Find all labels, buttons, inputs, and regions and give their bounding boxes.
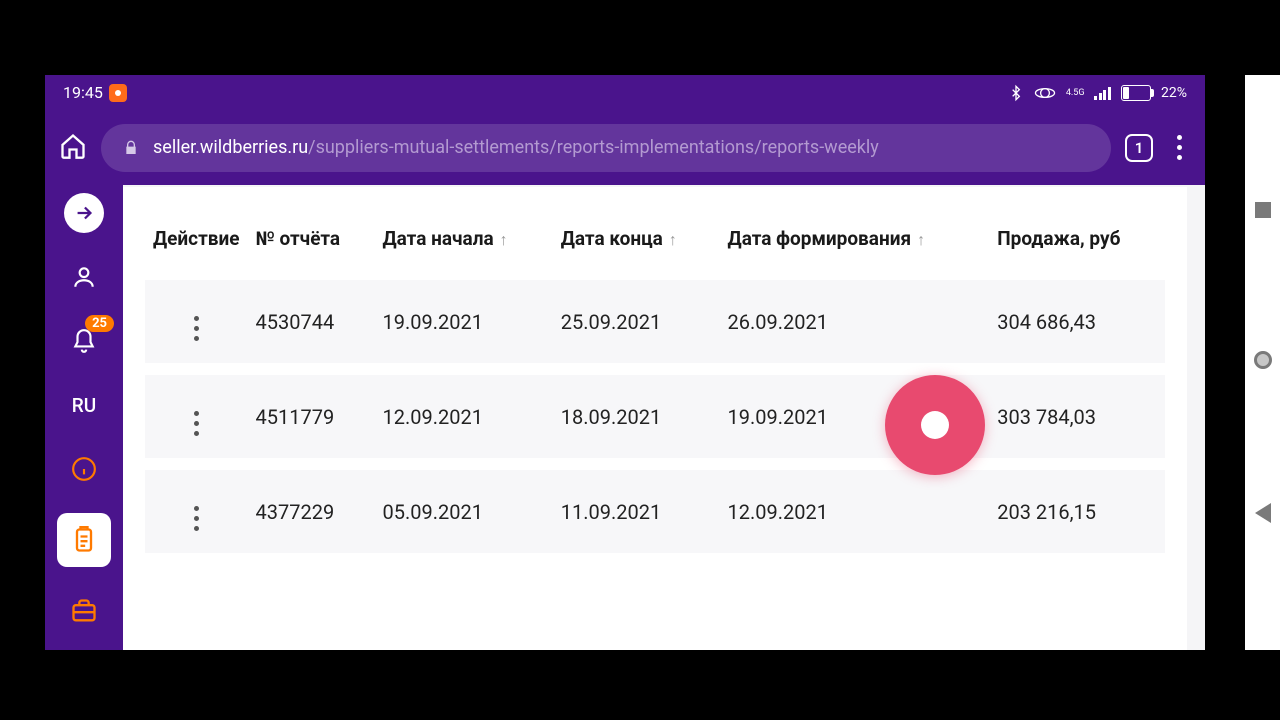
row-actions-icon[interactable]: [194, 316, 199, 341]
table-row: 4530744 19.09.2021 25.09.2021 26.09.2021…: [145, 280, 1165, 363]
signal-icon: [1094, 86, 1111, 100]
url-path: /suppliers-mutual-settlements/reports-im…: [308, 137, 879, 158]
back-button[interactable]: [1255, 503, 1271, 523]
cell-report-no: 4377229: [248, 470, 375, 553]
url-bar[interactable]: seller.wildberries.ru/suppliers-mutual-s…: [101, 124, 1111, 172]
cell-report-no: 4530744: [248, 280, 375, 363]
notifications-icon[interactable]: 25: [64, 321, 104, 361]
col-date-end[interactable]: Дата конца↑: [553, 217, 720, 268]
phone-viewport: 19:45 4.5G 22% seller.wildberries.ru/sup…: [45, 75, 1205, 650]
android-nav-rail: [1245, 75, 1280, 650]
row-actions-icon[interactable]: [194, 506, 199, 531]
status-bar: 19:45 4.5G 22%: [45, 75, 1205, 110]
screen-record-icon: [109, 84, 127, 102]
overview-button[interactable]: [1255, 202, 1271, 218]
clock: 19:45: [63, 83, 103, 102]
info-icon[interactable]: [64, 449, 104, 489]
cell-report-no: 4511779: [248, 375, 375, 458]
battery-percent: 22%: [1161, 85, 1187, 101]
language-toggle[interactable]: RU: [64, 385, 104, 425]
browser-menu-icon[interactable]: [1167, 135, 1191, 160]
home-button[interactable]: [1254, 351, 1272, 369]
lock-icon: [123, 139, 139, 157]
cell-date-start: 19.09.2021: [374, 280, 552, 363]
cell-date-end: 25.09.2021: [553, 280, 720, 363]
battery-icon: [1121, 85, 1151, 101]
home-icon[interactable]: [59, 132, 87, 164]
notif-badge: 25: [85, 315, 114, 332]
table-row: 4377229 05.09.2021 11.09.2021 12.09.2021…: [145, 470, 1165, 553]
cell-date-end: 18.09.2021: [553, 375, 720, 458]
col-date-formed[interactable]: Дата формирования↑: [720, 217, 990, 268]
profile-icon[interactable]: [64, 257, 104, 297]
network-type: 4.5G: [1066, 89, 1085, 97]
data-icon: [1034, 86, 1056, 100]
col-action[interactable]: Действие: [145, 217, 248, 268]
col-date-start[interactable]: Дата начала↑: [374, 217, 552, 268]
sort-arrow-icon: ↑: [917, 230, 925, 250]
table-row: 4511779 12.09.2021 18.09.2021 19.09.2021…: [145, 375, 1165, 458]
forward-button[interactable]: [64, 193, 104, 233]
reports-icon[interactable]: [57, 513, 111, 567]
url-host: seller.wildberries.ru: [153, 137, 308, 158]
col-sale-rub[interactable]: Продажа, руб: [989, 217, 1165, 268]
briefcase-icon[interactable]: [64, 591, 104, 631]
cell-sale-rub: 304 686,43: [989, 280, 1165, 363]
row-actions-icon[interactable]: [194, 411, 199, 436]
cell-sale-rub: 203 216,15: [989, 470, 1165, 553]
bluetooth-icon: [1008, 84, 1024, 102]
content-area: Действие № отчёта Дата начала↑ Дата конц…: [123, 185, 1205, 650]
sort-arrow-icon: ↑: [669, 230, 677, 250]
cell-sale-rub: 303 784,03: [989, 375, 1165, 458]
cell-date-end: 11.09.2021: [553, 470, 720, 553]
cell-date-formed: 26.09.2021: [720, 280, 990, 363]
reports-table: Действие № отчёта Дата начала↑ Дата конц…: [145, 205, 1165, 565]
browser-toolbar: seller.wildberries.ru/suppliers-mutual-s…: [45, 110, 1205, 185]
cell-date-start: 05.09.2021: [374, 470, 552, 553]
app-sidebar: 25 RU: [45, 185, 123, 650]
touch-indicator: [885, 375, 985, 475]
cell-date-formed: 12.09.2021: [720, 470, 990, 553]
col-report-no[interactable]: № отчёта: [248, 217, 375, 268]
cell-date-start: 12.09.2021: [374, 375, 552, 458]
sort-arrow-icon: ↑: [500, 230, 508, 250]
tab-switcher[interactable]: 1: [1125, 134, 1153, 162]
